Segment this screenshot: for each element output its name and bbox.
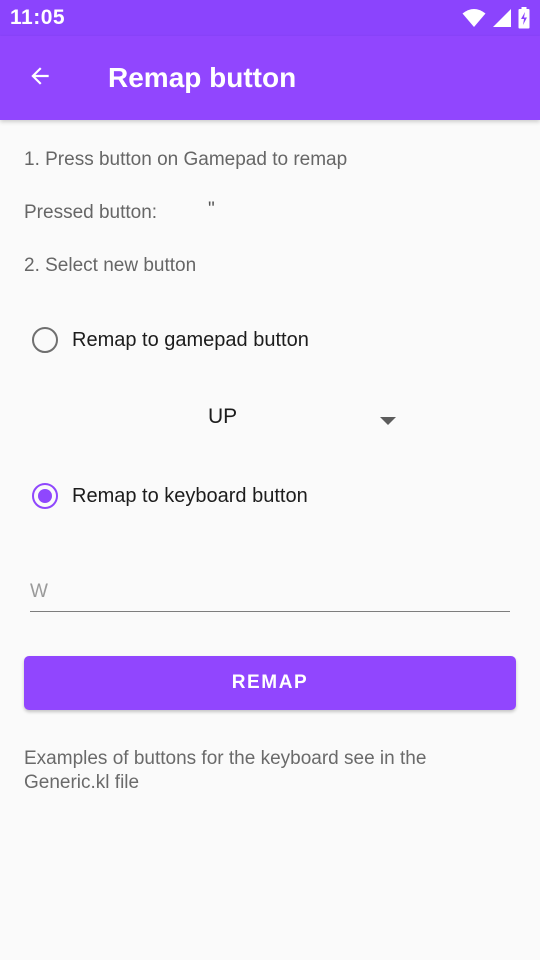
keyboard-button-field[interactable] [30, 572, 510, 612]
back-button[interactable] [16, 54, 64, 102]
keyboard-radio-label: Remap to keyboard button [72, 485, 308, 507]
gamepad-button-spinner[interactable]: UP [200, 398, 410, 438]
step2-instruction: 2. Select new button [24, 255, 197, 276]
gamepad-radio-option[interactable]: Remap to gamepad button [32, 327, 309, 353]
status-bar: 11:05 [0, 0, 540, 36]
spinner-selected-value: UP [208, 405, 238, 428]
cellular-signal-icon [492, 8, 512, 28]
battery-charging-icon [518, 7, 530, 29]
wifi-icon [462, 8, 486, 28]
page-title: Remap button [108, 62, 297, 93]
gamepad-radio-label: Remap to gamepad button [72, 329, 309, 351]
pressed-button-label: Pressed button: [24, 202, 158, 223]
arrow-back-icon [27, 63, 53, 94]
keyboard-radio-button[interactable] [32, 483, 58, 509]
remap-button[interactable]: REMAP [24, 656, 516, 710]
step1-instruction: 1. Press button on Gamepad to remap [24, 149, 348, 170]
keyboard-hint-text: Examples of buttons for the keyboard see… [24, 748, 427, 793]
status-time: 11:05 [10, 6, 66, 29]
gamepad-radio-button[interactable] [32, 327, 58, 353]
main-content: 1. Press button on Gamepad to remap Pres… [0, 120, 540, 960]
app-bar: Remap button [0, 36, 540, 120]
dropdown-arrow-icon [380, 413, 396, 431]
keyboard-button-input[interactable] [30, 578, 510, 606]
pressed-button-value: " [208, 199, 215, 220]
status-icons [462, 7, 530, 29]
keyboard-radio-option[interactable]: Remap to keyboard button [32, 483, 308, 509]
